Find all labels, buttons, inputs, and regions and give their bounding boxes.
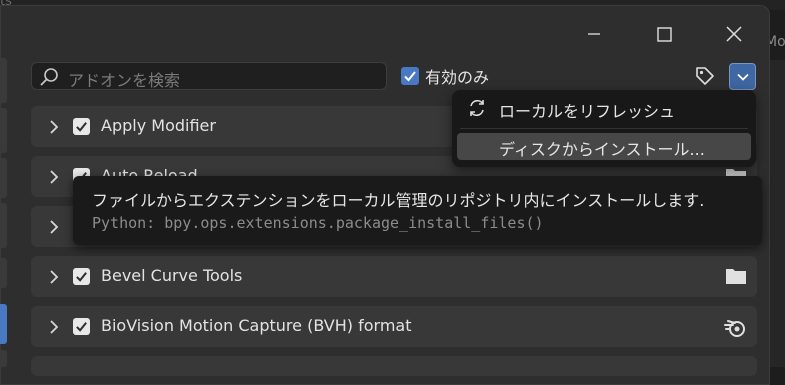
- minimize-button[interactable]: [574, 20, 614, 48]
- checkmark-icon: [76, 272, 87, 282]
- enabled-only-checkbox[interactable]: [401, 67, 419, 85]
- tag-icon: [696, 67, 714, 85]
- checkmark-icon: [404, 71, 416, 82]
- chevron-right-icon[interactable]: [47, 119, 61, 135]
- sidebar-tab[interactable]: [0, 350, 7, 367]
- sidebar-tab[interactable]: [0, 158, 7, 198]
- close-icon: [726, 26, 742, 42]
- addon-name: BioVision Motion Capture (BVH) format: [101, 316, 412, 335]
- addon-search-input[interactable]: アドオンを検索: [31, 62, 387, 90]
- addon-row[interactable]: [31, 356, 757, 376]
- addon-enable-checkbox[interactable]: [73, 268, 90, 285]
- close-button[interactable]: [714, 20, 754, 48]
- checkmark-icon: [76, 322, 87, 332]
- enabled-only-toggle[interactable]: 有効のみ: [401, 65, 489, 87]
- checkmark-icon: [76, 122, 87, 132]
- addon-enable-checkbox[interactable]: [73, 318, 90, 335]
- sidebar-tab[interactable]: [0, 108, 7, 153]
- search-icon: [40, 68, 58, 86]
- background-right-panel: [768, 60, 785, 367]
- tooltip: ファイルからエクステンションをローカル管理のリポジトリ内にインストールします. …: [73, 176, 762, 245]
- chevron-right-icon[interactable]: [47, 269, 61, 285]
- repo-options-dropdown-button[interactable]: [729, 63, 756, 90]
- refresh-icon: [470, 100, 484, 116]
- tags-filter-button[interactable]: [690, 63, 720, 89]
- minimize-icon: [588, 33, 600, 35]
- tooltip-description: ファイルからエクステンションをローカル管理のリポジトリ内にインストールします.: [92, 191, 705, 210]
- maximize-icon: [656, 26, 672, 42]
- maximize-button[interactable]: [644, 20, 684, 48]
- menu-item-install-from-disk[interactable]: ディスクからインストール...: [457, 133, 751, 160]
- repo-options-menu: ローカルをリフレッシュ ディスクからインストール...: [452, 90, 756, 167]
- folder-icon[interactable]: [725, 266, 747, 286]
- chevron-right-icon[interactable]: [47, 219, 61, 235]
- addon-enable-checkbox[interactable]: [73, 118, 90, 135]
- sidebar-tab[interactable]: [0, 258, 7, 288]
- menu-item-label: ディスクからインストール...: [499, 140, 705, 159]
- menu-item-refresh-local[interactable]: ローカルをリフレッシュ: [457, 95, 751, 122]
- addon-row[interactable]: Bevel Curve Tools: [31, 256, 757, 297]
- tooltip-python-path: Python: bpy.ops.extensions.package_insta…: [92, 214, 544, 232]
- addon-name: Bevel Curve Tools: [101, 266, 243, 285]
- chevron-right-icon[interactable]: [47, 169, 61, 185]
- menu-separator: [460, 128, 748, 129]
- addon-name: Apply Modifier: [101, 116, 216, 135]
- blender-icon[interactable]: [723, 316, 747, 338]
- sidebar-tab-active[interactable]: [0, 304, 7, 344]
- menu-item-label: ローカルをリフレッシュ: [499, 102, 676, 121]
- enabled-only-label: 有効のみ: [425, 68, 490, 87]
- sidebar-tab[interactable]: [0, 58, 7, 103]
- search-placeholder: アドオンを検索: [68, 71, 181, 90]
- category-sidebar-edge: [0, 58, 7, 367]
- chevron-right-icon[interactable]: [47, 319, 61, 335]
- chevron-down-icon: [736, 73, 749, 81]
- addon-row[interactable]: BioVision Motion Capture (BVH) format: [31, 306, 757, 347]
- sidebar-tab[interactable]: [0, 203, 7, 248]
